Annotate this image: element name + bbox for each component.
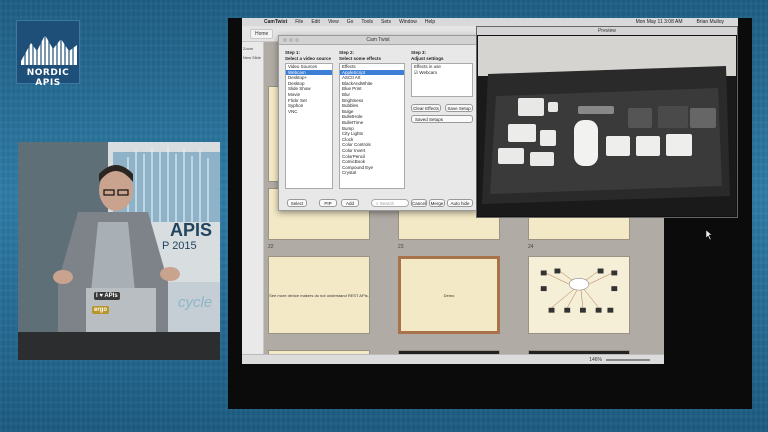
backdrop-brand-text: APIS	[170, 220, 213, 240]
camtwist-dialog: Cam Twist Step 1: Select a video source …	[278, 35, 478, 211]
in-use-item[interactable]: ☑ Webcam	[412, 70, 472, 76]
logo-wordmark: NORDIC APIS	[26, 68, 70, 88]
effects-list[interactable]: Effects AppleScript ASCII Art BlackAndWh…	[339, 63, 405, 189]
menu-sets[interactable]: Sets	[381, 19, 391, 25]
step2-subheading: Select some effects	[339, 55, 382, 61]
cancel-button[interactable]: Cancel	[411, 199, 427, 207]
keynote-bottom-bar: 146%	[242, 354, 664, 364]
effects-in-use-list[interactable]: Effects in use ☑ Webcam	[411, 63, 473, 97]
menu-tools[interactable]: Tools	[361, 19, 373, 25]
mouse-cursor-icon	[706, 230, 713, 240]
menubar-user[interactable]: Brian Mulloy	[696, 19, 724, 25]
merge-button[interactable]: Merge	[429, 199, 445, 207]
sidebar-item-new-slide[interactable]: New Slide	[243, 55, 262, 60]
speaker-video: APIS P 2015 cycle I ♥ APIs ergo	[18, 142, 220, 360]
webcam-preview-image	[478, 36, 736, 216]
auto-hide-button[interactable]: Auto hide	[447, 199, 473, 207]
step1-subheading: Select a video source	[285, 55, 332, 61]
slide-number: 24	[528, 244, 534, 250]
video-source-item[interactable]: VNC	[286, 109, 332, 115]
camtwist-title-bar[interactable]: Cam Twist	[279, 36, 477, 45]
slide-number: 23	[398, 244, 404, 250]
laptop-sticker: I ♥ APIs	[94, 292, 120, 300]
slide-thumbnail-diagram[interactable]	[528, 256, 630, 334]
step1-column: Step 1: Select a video source Video Sour…	[285, 50, 333, 189]
backdrop-year-text: P 2015	[162, 240, 197, 252]
preview-window: Preview	[476, 26, 738, 218]
step3-subheading: Adjust settings	[411, 55, 444, 61]
tab-home[interactable]: Home	[250, 29, 274, 39]
step3-column: Step 3: Adjust settings Effects in use ☑…	[411, 50, 473, 97]
clear-effects-button[interactable]: Clear Effects	[411, 104, 441, 112]
nordic-apis-logo: NORDIC APIS	[16, 20, 80, 88]
menu-file[interactable]: File	[295, 19, 303, 25]
backdrop-word-text: cycle	[178, 294, 213, 311]
menu-app-name[interactable]: CamTwist	[264, 19, 287, 25]
saved-setups-select[interactable]: Saved Setups	[411, 115, 473, 123]
add-button[interactable]: Add	[341, 199, 359, 207]
network-diagram-icon	[540, 268, 618, 313]
mac-menubar: CamTwist File Edit View Go Tools Sets Wi…	[242, 18, 738, 26]
menu-edit[interactable]: Edit	[311, 19, 320, 25]
slide-number: 22	[268, 244, 274, 250]
slide-thumbnail[interactable]: See more device makers do not understand…	[268, 256, 370, 334]
menu-go[interactable]: Go	[347, 19, 354, 25]
preview-title[interactable]: Preview	[477, 27, 737, 35]
zoom-level[interactable]: 146%	[589, 357, 602, 363]
menu-help[interactable]: Help	[425, 19, 435, 25]
laptop-sticker: ergo	[92, 306, 110, 314]
camtwist-title: Cam Twist	[366, 37, 390, 43]
step2-column: Step 2: Select some effects Effects Appl…	[339, 50, 405, 189]
menubar-clock[interactable]: Mon May 11 3:08 AM	[636, 19, 683, 25]
video-source-list[interactable]: Video Sources Webcam Desktop+ Desktop Sl…	[285, 63, 333, 189]
select-button[interactable]: Select	[287, 199, 307, 207]
search-input[interactable]: ⌕ Search	[371, 199, 409, 207]
slide-thumbnail-selected[interactable]: Demo	[398, 256, 500, 334]
keynote-sidebar: Zoom New Slide	[242, 42, 264, 364]
zoom-slider[interactable]	[606, 359, 650, 361]
effect-item[interactable]: Crystal	[340, 170, 404, 176]
save-setup-button[interactable]: Save Setup	[445, 104, 473, 112]
pip-button[interactable]: PIP	[319, 199, 337, 207]
menu-window[interactable]: Window	[399, 19, 417, 25]
menu-view[interactable]: View	[328, 19, 339, 25]
window-controls[interactable]	[283, 38, 299, 42]
sidebar-item-zoom[interactable]: Zoom	[243, 46, 262, 51]
